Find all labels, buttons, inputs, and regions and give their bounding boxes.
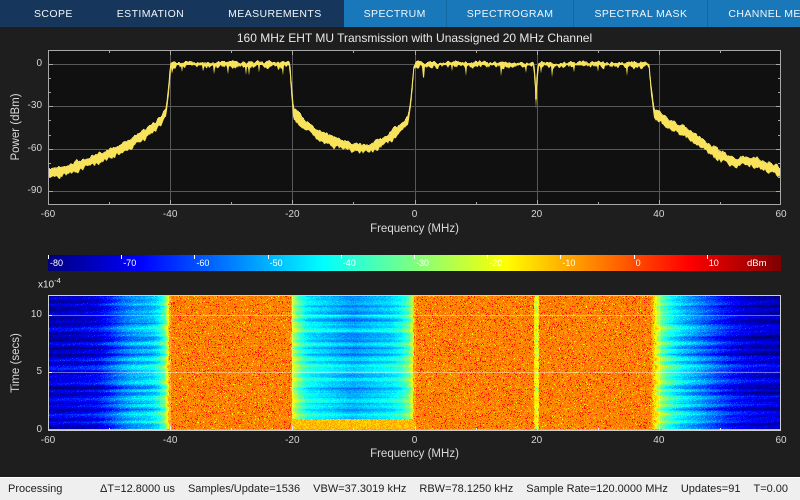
colorbar[interactable] <box>48 255 781 271</box>
tick-label: 20 <box>522 209 552 220</box>
spectrum-analyzer-window: SCOPE ESTIMATION MEASUREMENTS SPECTRUM S… <box>0 0 800 500</box>
tab-scope[interactable]: SCOPE <box>12 0 95 27</box>
tab-spectrum[interactable]: SPECTRUM <box>344 0 446 27</box>
spectrogram-plot[interactable] <box>48 295 781 431</box>
tick-label: 60 <box>766 435 796 446</box>
tick-label: -40 <box>155 209 185 220</box>
tab-spectrogram[interactable]: SPECTROGRAM <box>446 0 574 27</box>
scope-figure: 160 MHz EHT MU Transmission with Unassig… <box>0 27 800 477</box>
tick-label: -20 <box>277 209 307 220</box>
status-state: Processing <box>8 483 100 495</box>
status-metrics: ΔT=12.8000 us Samples/Update=1536 VBW=37.3… <box>100 483 788 495</box>
tab-spectral-mask[interactable]: SPECTRAL MASK <box>573 0 707 27</box>
tick-label: 60 <box>766 209 796 220</box>
tick-label: 40 <box>644 209 674 220</box>
tick-label: 20 <box>522 435 552 446</box>
status-metric: RBW=78.1250 kHz <box>419 483 513 495</box>
tick-label: 0 <box>6 58 42 69</box>
tick-label: -40 <box>155 435 185 446</box>
plot-title: 160 MHz EHT MU Transmission with Unassig… <box>48 31 781 45</box>
time-axis-exponent-label: x10-4 <box>38 276 61 290</box>
tab-measurements[interactable]: MEASUREMENTS <box>206 0 343 27</box>
status-metric: ΔT=12.8000 us <box>100 483 175 495</box>
spectrum-ylabel: Power (dBm) <box>10 93 22 160</box>
tab-channel-measurements[interactable]: CHANNEL MEAS... <box>707 0 800 27</box>
status-bar: Processing ΔT=12.8000 us Samples/Update=1… <box>0 477 800 500</box>
spectrum-xlabel: Frequency (MHz) <box>48 223 781 235</box>
status-metric: T=0.00 <box>753 483 788 495</box>
status-metric: VBW=37.3019 kHz <box>313 483 406 495</box>
tick-label: 0 <box>6 424 42 435</box>
tabgroup-main: SCOPE ESTIMATION MEASUREMENTS <box>0 0 344 27</box>
spectrogram-ylabel: Time (secs) <box>10 333 22 393</box>
tick-label: 0 <box>400 209 430 220</box>
spectrum-plot[interactable] <box>48 50 781 205</box>
tick-label: 0 <box>400 435 430 446</box>
spectrogram-xlabel: Frequency (MHz) <box>48 448 781 460</box>
colorbar-unit-label: dBm <box>747 258 781 269</box>
tick-label: 10 <box>6 309 42 320</box>
tick-label: -60 <box>33 435 63 446</box>
tabgroup-contextual: SPECTRUM SPECTROGRAM SPECTRAL MASK CHANN… <box>344 0 800 27</box>
tick-label: -20 <box>277 435 307 446</box>
tick-label: -90 <box>6 185 42 196</box>
tick-label: 40 <box>644 435 674 446</box>
status-metric: Samples/Update=1536 <box>188 483 300 495</box>
toolstrip-tabbar: SCOPE ESTIMATION MEASUREMENTS SPECTRUM S… <box>0 0 800 27</box>
status-metric: Sample Rate=120.0000 MHz <box>526 483 668 495</box>
tick-label: -60 <box>33 209 63 220</box>
status-metric: Updates=91 <box>681 483 741 495</box>
tab-estimation[interactable]: ESTIMATION <box>95 0 206 27</box>
